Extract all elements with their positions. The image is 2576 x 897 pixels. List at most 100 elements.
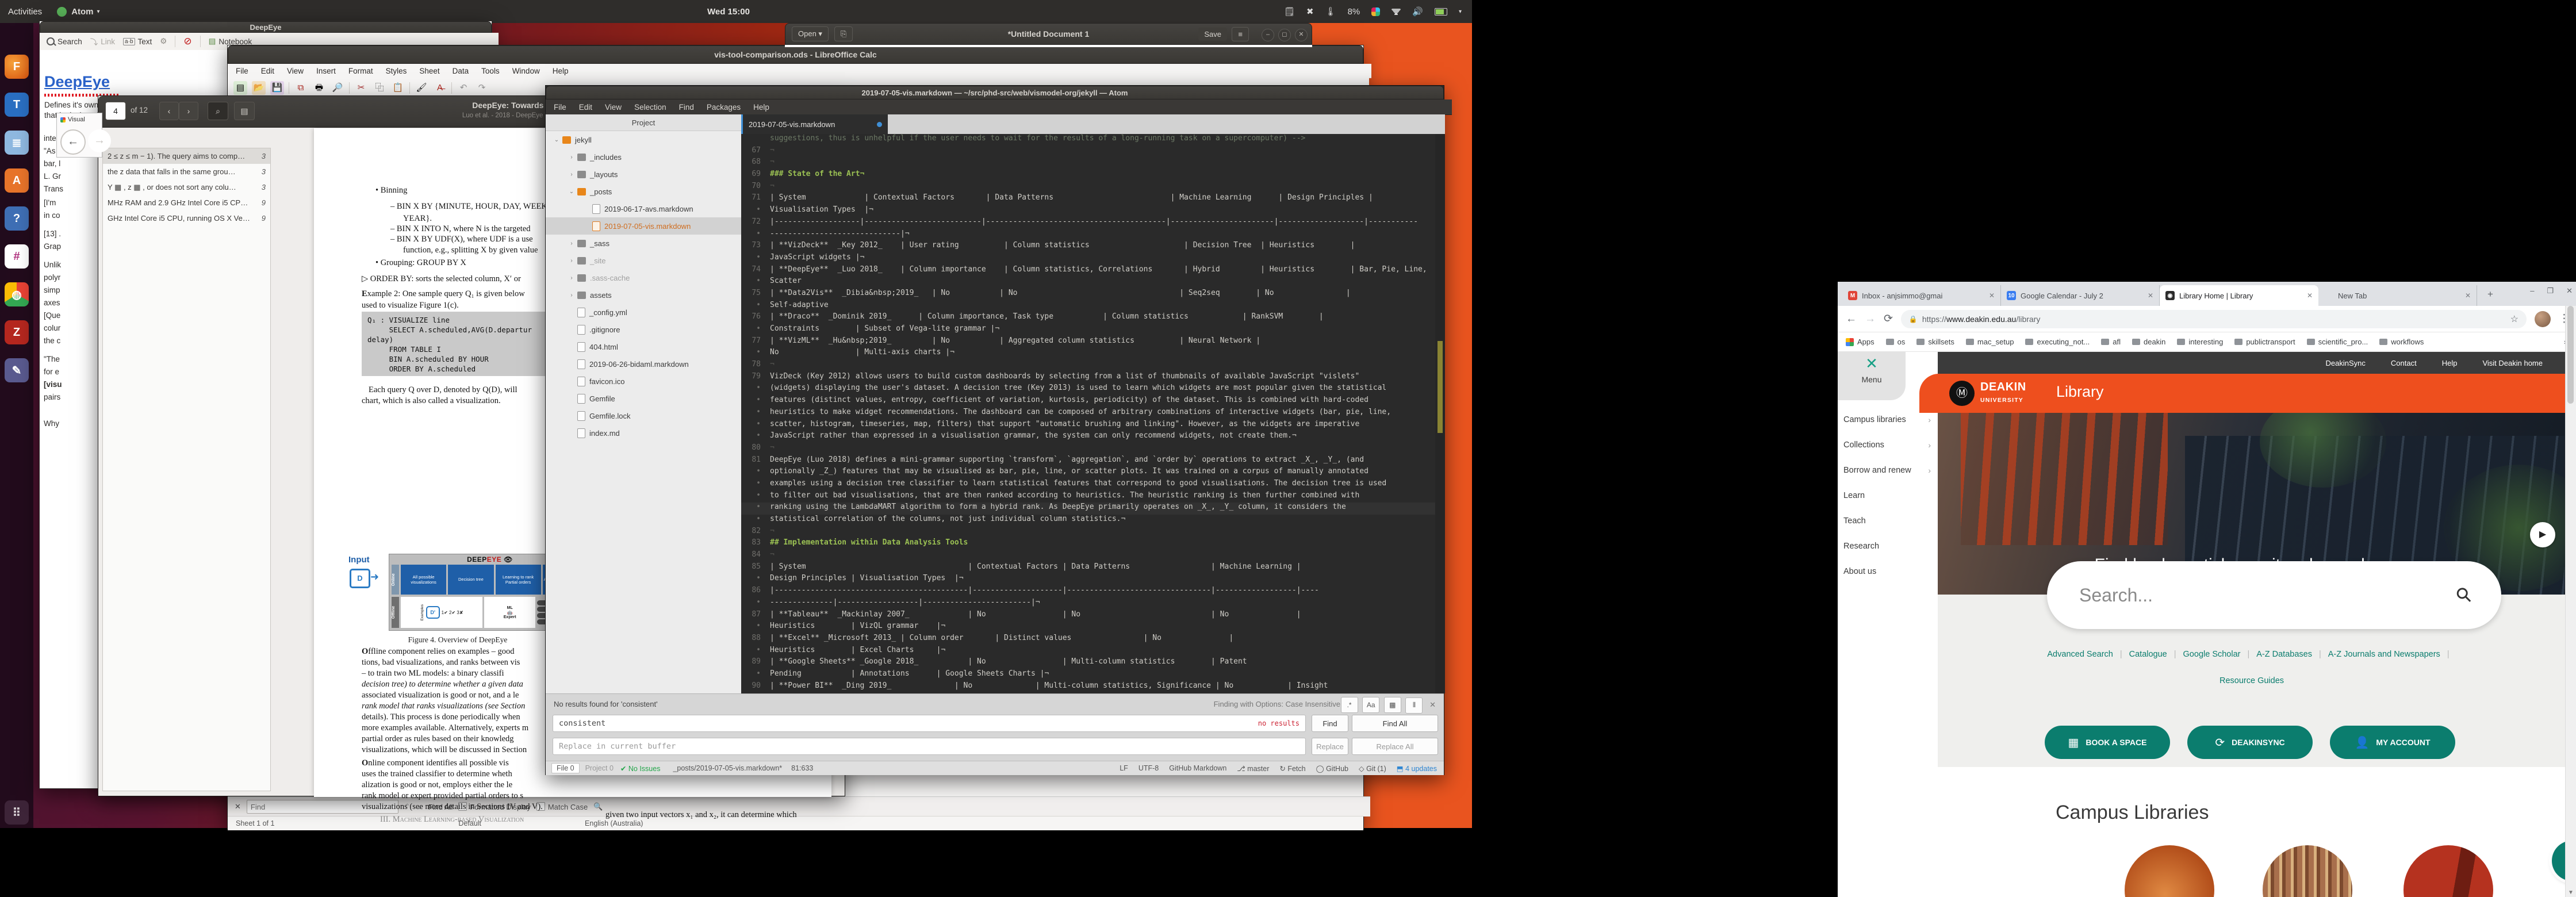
menu-item[interactable]: Format: [348, 67, 373, 75]
print-preview-icon[interactable]: 🔎: [331, 81, 344, 95]
link-button[interactable]: ⤵Link: [90, 36, 115, 47]
tree-item[interactable]: Gemfile: [546, 390, 741, 407]
regex-toggle[interactable]: .*: [1341, 697, 1358, 713]
deakin-logo[interactable]: Ⓜ: [1949, 381, 1975, 406]
nav-item[interactable]: Research: [1838, 534, 1938, 559]
quick-link[interactable]: A-Z Databases: [2256, 650, 2312, 659]
case-toggle[interactable]: Aa: [1362, 697, 1379, 713]
language-indicator[interactable]: English (Australia): [585, 819, 643, 827]
find-replace-icon[interactable]: 🔍: [593, 802, 603, 811]
resource-guides-link[interactable]: Resource Guides: [1938, 676, 2566, 685]
campus-photo[interactable]: [2125, 845, 2214, 897]
bookmark-folder[interactable]: skillsets: [1916, 338, 1954, 346]
tree-item[interactable]: ›assets: [546, 286, 741, 304]
no-issues-indicator[interactable]: ✔ No Issues: [620, 764, 661, 773]
bookmark-folder[interactable]: workflows: [2379, 338, 2424, 346]
copy-icon[interactable]: ⿻: [373, 81, 386, 95]
note-icon[interactable]: 🗒: [1284, 6, 1295, 17]
menu-item[interactable]: File: [554, 103, 566, 112]
close-find-icon[interactable]: ✕: [235, 802, 241, 811]
find-input[interactable]: consistent no results: [553, 715, 1306, 732]
tree-item[interactable]: 2019-06-26-bidaml.markdown: [546, 355, 741, 373]
menu-item[interactable]: Selection: [634, 103, 666, 112]
nav-item[interactable]: Collections›: [1838, 432, 1938, 458]
deakinsync-button[interactable]: ⟳DEAKINSYNC: [2187, 726, 2313, 759]
open-icon[interactable]: 📂: [252, 81, 266, 95]
campus-photo[interactable]: [2263, 845, 2352, 897]
tree-item[interactable]: index.md: [546, 424, 741, 442]
minimize-button[interactable]: –: [1262, 29, 1274, 41]
app-menu[interactable]: Atom: [71, 7, 93, 17]
bookmark-folder[interactable]: os: [1886, 338, 1906, 346]
maximize-button[interactable]: ❐: [2547, 286, 2554, 296]
page-scrollbar[interactable]: ▼: [2565, 306, 2576, 897]
close-tab-icon[interactable]: ✕: [1989, 292, 1995, 300]
search-result-row[interactable]: 2 ≤ z ≤ m − 1). The query aims to comp…3: [103, 148, 270, 164]
bookmark-folder[interactable]: mac_setup: [1966, 338, 2014, 346]
tree-item[interactable]: 2019-06-17-avs.markdown: [546, 200, 741, 217]
dock-icon-help[interactable]: ?: [5, 206, 29, 231]
activities-button[interactable]: Activities: [8, 7, 42, 17]
menu-item[interactable]: Tools: [481, 67, 500, 75]
maximize-button[interactable]: ◻: [1278, 29, 1291, 41]
whole-word-toggle[interactable]: ⫴: [1405, 697, 1423, 714]
dock-icon-xournal[interactable]: ✎: [5, 358, 29, 382]
bookmark-folder[interactable]: deakin: [2132, 338, 2165, 346]
tray-caret-icon[interactable]: ▾: [1459, 9, 1462, 15]
dock-icon-files-a[interactable]: A: [5, 168, 29, 193]
menu-item[interactable]: Edit: [579, 103, 592, 112]
redo-icon[interactable]: ↷: [475, 81, 489, 95]
close-tab-icon[interactable]: ✕: [2307, 292, 2313, 300]
no-entry-icon[interactable]: ⊘: [183, 36, 191, 47]
library-search-box[interactable]: Search... ⚲: [2047, 561, 2501, 629]
tree-item[interactable]: ›_site: [546, 252, 741, 269]
nav-item[interactable]: Campus libraries›: [1838, 407, 1938, 432]
bookmark-folder[interactable]: interesting: [2177, 338, 2223, 346]
clock[interactable]: Wed 15:00: [707, 0, 750, 23]
campus-photo[interactable]: [2404, 845, 2493, 897]
video-play-button[interactable]: ▶: [2530, 522, 2555, 547]
menu-toggle[interactable]: ✕ Menu: [1838, 352, 1906, 400]
tree-item[interactable]: ›_includes: [546, 148, 741, 166]
browser-tab[interactable]: MInbox - anjsimmo@gmai✕: [1842, 285, 2001, 306]
bookmark-folder[interactable]: publictransport: [2234, 338, 2295, 346]
gedit-titlebar[interactable]: Open ▾ ⎘ *Untitled Document 1 Save ≡ –◻✕: [785, 23, 1312, 45]
replace-all-button[interactable]: Replace All: [1352, 738, 1438, 755]
atom-titlebar[interactable]: 2019-07-05-vis.markdown — ~/src/phd-src/…: [546, 86, 1444, 99]
selection-toggle[interactable]: ▩: [1384, 697, 1401, 713]
dock-icon-slack[interactable]: #: [5, 244, 29, 269]
save-icon[interactable]: 💾: [270, 81, 284, 95]
quick-link[interactable]: Advanced Search: [2047, 650, 2113, 659]
match-case-checkbox[interactable]: Match Case: [536, 802, 588, 811]
tree-item[interactable]: ⌄jekyll: [546, 131, 741, 148]
git-branch[interactable]: ⎇ master: [1237, 764, 1269, 773]
new-document-icon[interactable]: ⎘: [834, 26, 853, 41]
updates-badge[interactable]: ⬒ 4 updates: [1397, 764, 1437, 773]
new-document-icon[interactable]: ▤: [233, 81, 247, 95]
site-name[interactable]: Library: [2056, 383, 2104, 401]
git-changes[interactable]: ◇ Git (1): [1359, 764, 1386, 773]
back-button[interactable]: ←: [60, 129, 86, 155]
chat-now-button[interactable]: 💬CHAT NOW!: [2552, 841, 2566, 881]
menu-item[interactable]: View: [605, 103, 622, 112]
close-button[interactable]: ✕: [2566, 286, 2573, 296]
menu-item[interactable]: Data: [453, 67, 469, 75]
encoding-indicator[interactable]: UTF-8: [1138, 764, 1159, 772]
tree-item[interactable]: Gemfile.lock: [546, 407, 741, 424]
bookmark-star-icon[interactable]: ☆: [2510, 313, 2518, 325]
tree-item[interactable]: .gitignore: [546, 321, 741, 338]
utility-link[interactable]: Contact: [2391, 359, 2417, 367]
shutter-icon[interactable]: ✖: [1306, 6, 1314, 17]
close-panel-icon[interactable]: ✕: [1429, 700, 1436, 709]
dock-icon-chrome[interactable]: ◍: [5, 282, 29, 306]
profile-avatar[interactable]: [2535, 311, 2551, 327]
next-page-button[interactable]: ›: [179, 102, 198, 120]
close-tab-icon[interactable]: ✕: [2148, 292, 2153, 300]
github-button[interactable]: ◯ GitHub: [1316, 764, 1348, 773]
forward-icon[interactable]: →: [1865, 313, 1876, 325]
search-icon[interactable]: ⚲: [2451, 582, 2478, 608]
gear-icon[interactable]: ⚙: [160, 37, 167, 46]
bookmark-folder[interactable]: afl: [2101, 338, 2121, 346]
book-a-space-button[interactable]: ▦BOOK A SPACE: [2045, 726, 2170, 759]
tree-item[interactable]: ›_sass: [546, 235, 741, 252]
